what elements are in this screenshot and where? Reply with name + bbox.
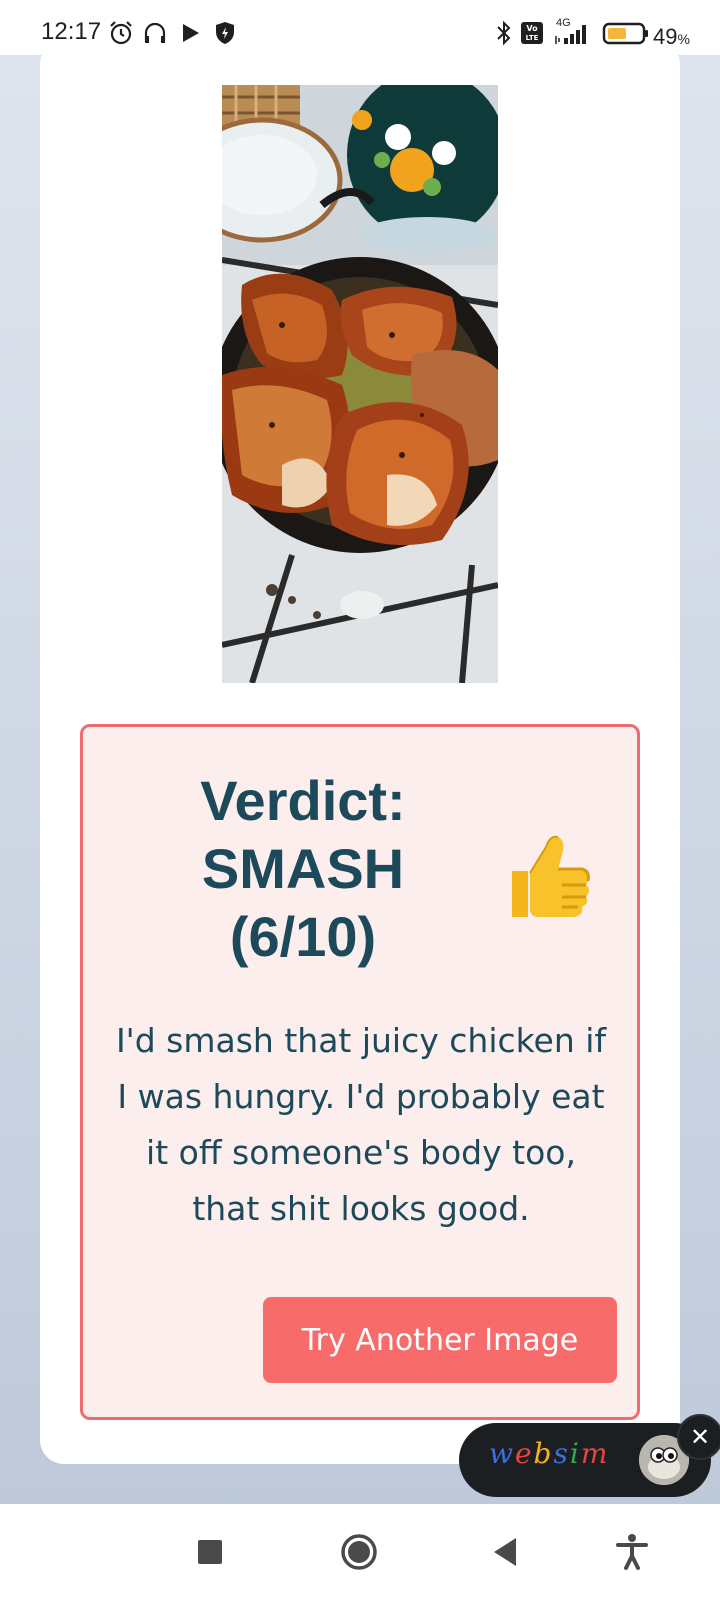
volte-icon: Vo LTE: [521, 22, 543, 44]
websim-logo: websim: [489, 1437, 610, 1470]
signal-icon: [555, 25, 586, 44]
verdict-panel: Verdict: SMASH (6/10) I'd smash that jui…: [80, 724, 640, 1420]
status-bar: 12:17 Vo LTE 4G 49%: [0, 0, 720, 55]
battery-percent-value: 49: [653, 24, 678, 49]
svg-text:LTE: LTE: [526, 34, 539, 42]
thumbs-up-icon: [512, 835, 590, 917]
verdict-heading-line3: (6/10): [229, 905, 377, 968]
uploaded-image: [222, 85, 498, 683]
recent-apps-icon[interactable]: [188, 1530, 232, 1574]
websim-badge[interactable]: websim: [459, 1423, 711, 1497]
navigation-bar: [0, 1504, 720, 1600]
play-icon: [183, 24, 199, 42]
back-icon[interactable]: [484, 1530, 528, 1574]
alarm-icon: [110, 21, 132, 45]
battery-percent-unit: %: [677, 31, 690, 47]
headphones-icon: [144, 22, 166, 43]
verdict-description: I'd smash that juicy chicken if I was hu…: [115, 1021, 607, 1228]
battery-icon: [602, 22, 648, 45]
try-another-image-button[interactable]: Try Another Image: [263, 1297, 617, 1383]
shield-icon: [216, 22, 234, 44]
status-time: 12:17: [41, 18, 102, 45]
verdict-heading-line1: Verdict:: [200, 769, 406, 832]
accessibility-icon[interactable]: [610, 1530, 654, 1574]
close-icon[interactable]: ✕: [677, 1414, 720, 1460]
verdict-heading: Verdict: SMASH (6/10): [153, 767, 453, 971]
bluetooth-icon: [497, 20, 511, 46]
verdict-heading-line2: SMASH: [201, 837, 405, 900]
home-icon[interactable]: [337, 1530, 381, 1574]
battery-percent: 49%: [653, 24, 690, 50]
svg-text:Vo: Vo: [526, 24, 538, 33]
